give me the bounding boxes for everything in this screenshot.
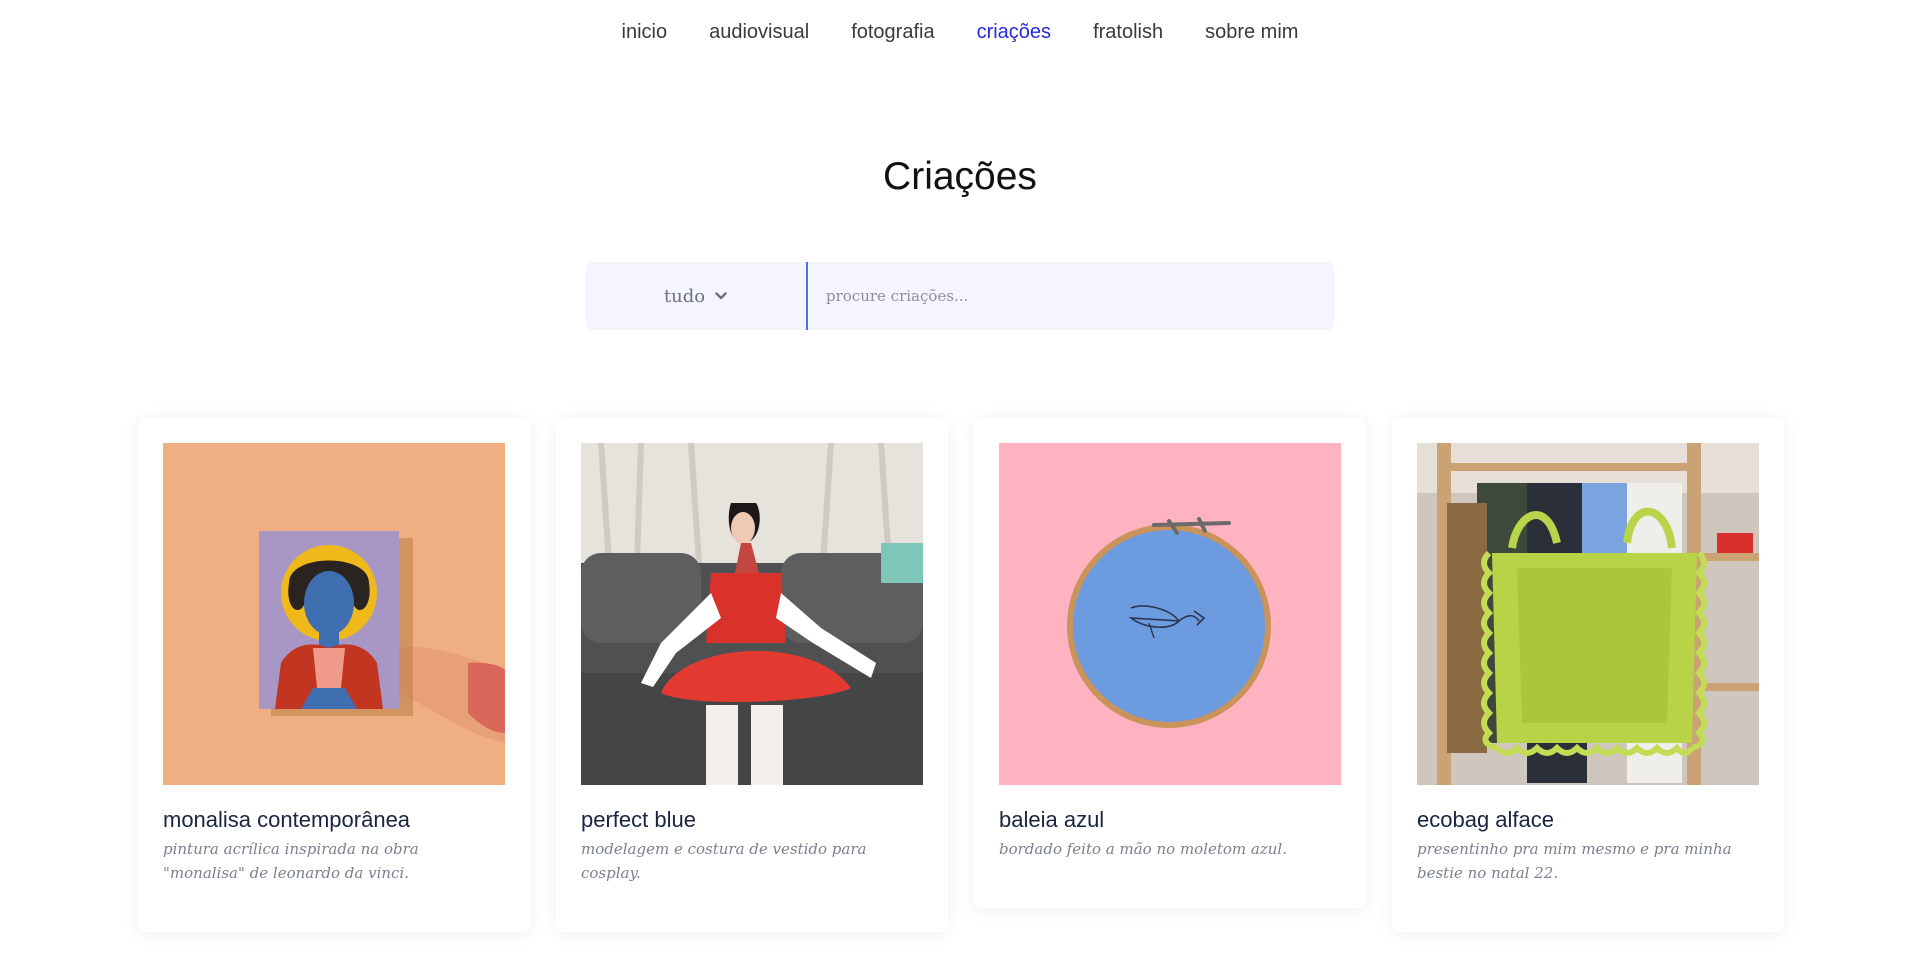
top-navigation: inicio audiovisual fotografia criações f… xyxy=(0,0,1920,64)
creation-description: modelagem e costura de vestido para cosp… xyxy=(581,840,867,882)
creation-card[interactable]: monalisa contemporânea pintura acrílica … xyxy=(138,418,530,932)
creation-description: bordado feito a mão no moletom azul. xyxy=(999,840,1287,858)
creation-description: presentinho pra mim mesmo e pra minha be… xyxy=(1417,840,1732,882)
nav-link-fotografia[interactable]: fotografia xyxy=(851,21,934,44)
chevron-down-icon xyxy=(715,290,727,302)
nav-link-inicio[interactable]: inicio xyxy=(622,21,668,44)
nav-link-fratolish[interactable]: fratolish xyxy=(1093,21,1163,44)
creation-card[interactable]: baleia azul bordado feito a mão no molet… xyxy=(974,418,1366,908)
creation-card[interactable]: ecobag alface presentinho pra mim mesmo … xyxy=(1392,418,1784,932)
creation-image-perfect-blue xyxy=(581,443,923,785)
nav-link-criacoes[interactable]: criações xyxy=(977,21,1051,44)
creations-grid: monalisa contemporânea pintura acrílica … xyxy=(138,418,1784,932)
search-input[interactable] xyxy=(808,262,1335,330)
creation-image-ecobag-alface xyxy=(1417,443,1759,785)
creation-image-baleia-azul xyxy=(999,443,1341,785)
creation-card[interactable]: perfect blue modelagem e costura de vest… xyxy=(556,418,948,932)
category-filter-label: tudo xyxy=(663,285,706,307)
page-title: Criações xyxy=(883,155,1037,198)
creation-title: ecobag alface xyxy=(1417,807,1554,832)
creation-title: baleia azul xyxy=(999,807,1105,832)
creation-description: pintura acrílica inspirada na obra "mona… xyxy=(163,840,419,882)
category-filter-dropdown[interactable]: tudo xyxy=(585,262,808,330)
search-bar: tudo xyxy=(585,262,1335,330)
creation-title: monalisa contemporânea xyxy=(163,807,411,832)
nav-link-sobre-mim[interactable]: sobre mim xyxy=(1205,21,1298,44)
nav-link-audiovisual[interactable]: audiovisual xyxy=(709,21,809,44)
creation-title: perfect blue xyxy=(581,807,696,832)
creation-image-monalisa xyxy=(163,443,505,785)
